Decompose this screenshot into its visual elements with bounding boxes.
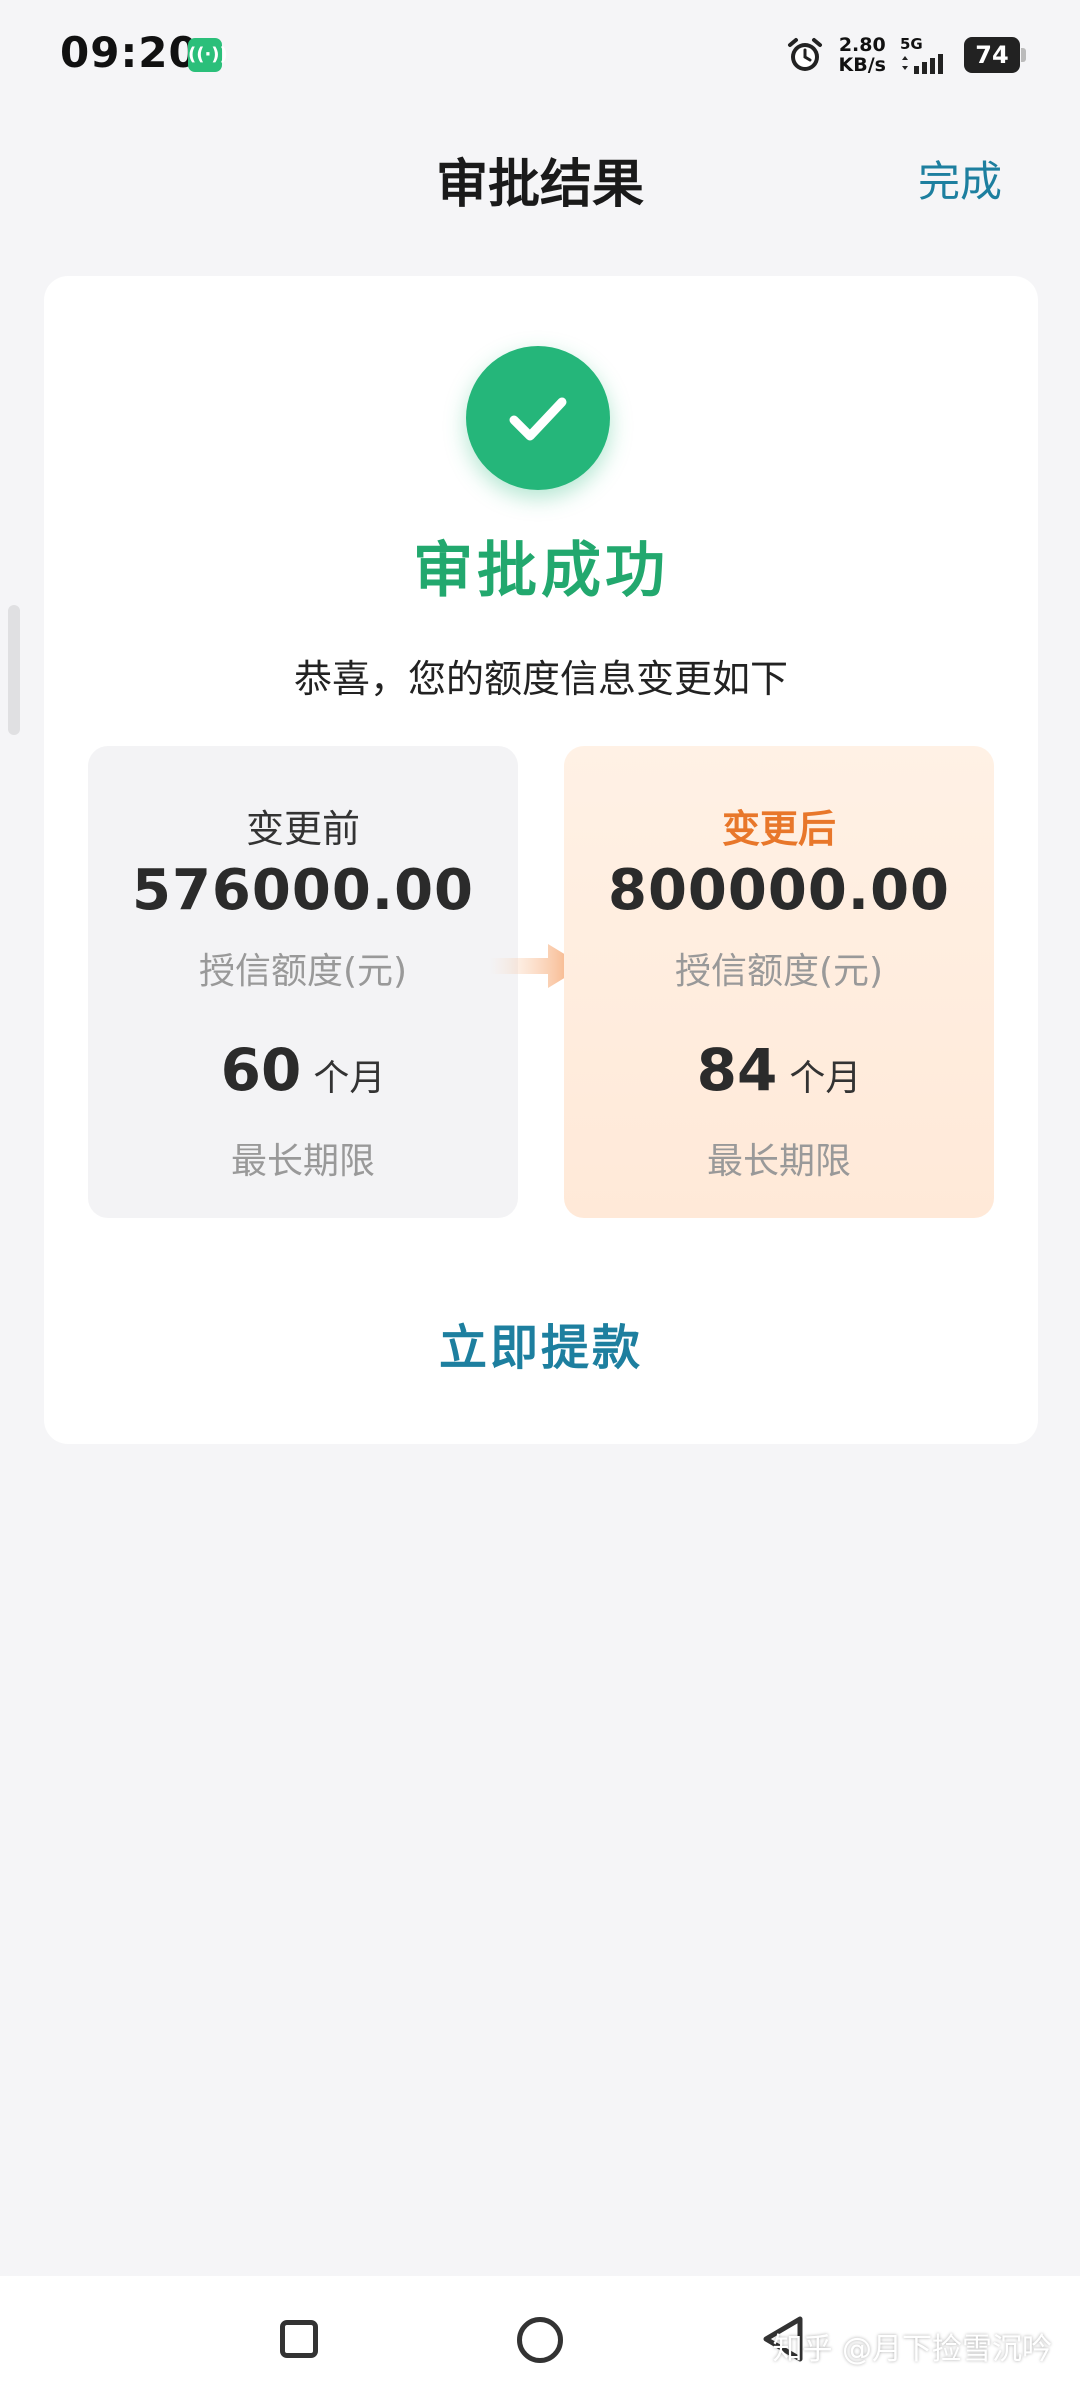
recent-apps-icon[interactable] [280,2320,318,2358]
result-card: 审批成功 恭喜，您的额度信息变更如下 变更前 576000.00 授信额度(元)… [44,276,1038,1444]
after-term: 84 个月 [564,1036,994,1104]
before-label: 变更前 [245,807,360,851]
alarm-icon [787,38,822,71]
before-credit-amount: 576000.00 [132,858,474,923]
home-icon[interactable] [517,2317,563,2363]
after-term-value: 84 [696,1036,778,1104]
network-type: 5G [900,35,923,53]
system-nav-bar: 知乎 @月下捡雪沉吟 [0,2276,1080,2400]
status-time: 09:20 [60,28,199,77]
signal-icon [902,54,943,74]
speed-value: 2.80 [838,34,886,56]
network-indicator: 5G [900,36,950,74]
status-title: 审批成功 [413,536,669,606]
before-term: 60 个月 [88,1036,518,1104]
network-speed: 2.80 KB/s [839,35,886,75]
watermark-text: 知乎 @月下捡雪沉吟 [772,2332,1052,2367]
after-term-caption: 最长期限 [706,1141,851,1182]
battery-icon: 74 [964,37,1026,73]
nfc-icon: ((·)) [188,38,228,72]
after-amount-caption: 授信额度(元) [674,951,884,992]
status-subtitle: 恭喜，您的额度信息变更如下 [293,657,788,701]
side-edge-handle[interactable] [8,605,20,735]
before-term-caption: 最长期限 [230,1141,375,1182]
status-bar: 09:20 ((·)) 2.80 KB/s 5G 74 [0,0,1080,110]
after-label: 变更后 [721,807,836,851]
done-button[interactable]: 完成 [918,148,1002,209]
speed-unit: KB/s [838,54,886,76]
before-amount-caption: 授信额度(元) [198,951,408,992]
before-change-box: 变更前 576000.00 授信额度(元) 60 个月 最长期限 [88,746,518,1218]
after-change-box: 变更后 800000.00 授信额度(元) 84 个月 最长期限 [564,746,994,1218]
after-credit-amount: 800000.00 [608,858,950,923]
success-check-icon [466,346,610,490]
after-term-unit: 个月 [789,1058,862,1099]
before-term-unit: 个月 [313,1058,386,1099]
status-right-cluster: 2.80 KB/s 5G 74 [785,30,1026,80]
withdraw-now-button[interactable]: 立即提款 [44,1308,1038,1378]
before-term-value: 60 [220,1036,302,1104]
